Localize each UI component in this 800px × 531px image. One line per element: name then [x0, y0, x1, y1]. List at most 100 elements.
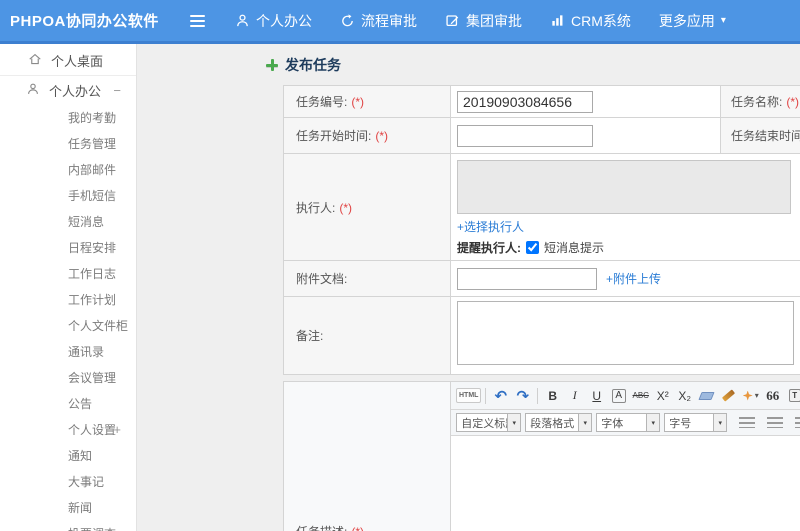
- choose-executor-link[interactable]: +选择执行人: [457, 220, 524, 234]
- eraser-icon: [698, 391, 715, 400]
- end-time-label: 任务结束时间:(*): [720, 117, 800, 154]
- align-right-icon[interactable]: [795, 417, 800, 428]
- eraser-button[interactable]: [696, 386, 717, 406]
- sidebar-item-personal-desktop[interactable]: 个人桌面: [0, 46, 136, 76]
- sidebar-submenu: 我的考勤 任务管理 内部邮件 手机短信 短消息 日程安排 工作日志 工作计划 个…: [0, 105, 136, 531]
- edit-icon: [445, 13, 460, 28]
- sidebar-item-file-cabinet[interactable]: 个人文件柜: [0, 313, 136, 339]
- sidebar-item-schedule[interactable]: 日程安排: [0, 235, 136, 261]
- start-time-input[interactable]: [457, 124, 593, 147]
- required-mark: (*): [375, 129, 389, 143]
- sidebar-item-notice[interactable]: 通知: [0, 443, 136, 469]
- remark-label: 备注:: [283, 296, 451, 375]
- person-icon: [26, 82, 40, 99]
- description-label: 任务描述:(*): [282, 381, 452, 531]
- subscript-button[interactable]: X₂: [674, 386, 695, 406]
- sidebar-item-personal-settings[interactable]: 个人设置 +: [0, 417, 136, 443]
- custom-title-select[interactable]: 自定义标题▾: [456, 413, 522, 432]
- task-no-label: 任务编号: (*): [283, 85, 451, 118]
- remark-textarea[interactable]: [457, 301, 794, 365]
- autotypeset-button[interactable]: ▾: [740, 386, 761, 406]
- align-center-icon[interactable]: [767, 417, 784, 428]
- sidebar-item-work-log[interactable]: 工作日志: [0, 261, 136, 287]
- nav-crm[interactable]: CRM系统: [550, 11, 631, 31]
- chevron-down-icon: ▾: [713, 414, 727, 431]
- underline-button[interactable]: U: [586, 386, 607, 406]
- sidebar-item-memorabilia[interactable]: 大事记: [0, 469, 136, 495]
- chevron-down-icon: ▾: [646, 414, 660, 431]
- required-mark: (*): [339, 200, 353, 215]
- required-mark: (*): [351, 525, 364, 531]
- paragraph-format-select[interactable]: 段落格式 ▾: [525, 413, 593, 432]
- sidebar-section-label: 个人办公: [49, 84, 102, 99]
- nav-label: CRM系统: [571, 12, 631, 29]
- page-title: 发布任务: [266, 56, 800, 74]
- sidebar-item-label: 个人桌面: [51, 54, 104, 69]
- task-name-label: 任务名称: (*): [720, 85, 800, 118]
- redo-button[interactable]: ↷: [512, 386, 533, 406]
- strikethrough-button[interactable]: ABC: [630, 386, 651, 406]
- chevron-down-icon: ▾: [720, 14, 726, 26]
- add-icon: [266, 59, 278, 71]
- sidebar-item-news[interactable]: 新闻: [0, 495, 136, 521]
- italic-button[interactable]: I: [564, 386, 585, 406]
- main-content: 发布任务 任务编号:(*) 任务名称:(*) 任务开始时间:(*) 任务结束时间…: [138, 44, 800, 531]
- sidebar-item-contacts[interactable]: 通讯录: [0, 339, 136, 365]
- sidebar-item-announcement[interactable]: 公告: [0, 391, 136, 417]
- chevron-down-icon: ▾: [507, 414, 521, 431]
- top-bar: PHPOA协同办公软件 个人办公 流程审批 集团审批 CRM系统 更多应用 ▾: [0, 0, 800, 44]
- required-mark: (*): [351, 95, 365, 109]
- editor-toolbar-row1: HTML ↶ ↷ B I U A ABC X² X₂ ▾ 66 T: [451, 382, 800, 410]
- bar-chart-icon: [550, 13, 565, 28]
- nav-personal-office[interactable]: 个人办公: [235, 11, 312, 31]
- toolbar-separator: [485, 387, 487, 404]
- executor-label: 执行人: (*): [283, 153, 451, 261]
- nav-process-approval[interactable]: 流程审批: [340, 11, 417, 31]
- sidebar-item-internal-mail[interactable]: 内部邮件: [0, 157, 136, 183]
- menu-toggle-button[interactable]: [190, 14, 205, 27]
- remind-executor-label: 提醒执行人:: [457, 241, 521, 255]
- format-brush-button[interactable]: [718, 386, 739, 406]
- align-left-icon[interactable]: [739, 417, 756, 428]
- editor-toolbar-row2: 自定义标题▾ 段落格式▾ 字体▾ 字号▾: [451, 410, 800, 436]
- chevron-down-icon: ▾: [754, 391, 759, 400]
- sms-remind-checkbox[interactable]: [526, 241, 539, 254]
- bold-button[interactable]: B: [542, 386, 563, 406]
- sidebar-item-mobile-sms[interactable]: 手机短信: [0, 183, 136, 209]
- sidebar-item-work-plan[interactable]: 工作计划: [0, 287, 136, 313]
- font-size-select[interactable]: 字号 ▾: [664, 413, 728, 432]
- task-no-input[interactable]: [457, 90, 593, 113]
- collapse-icon[interactable]: −: [113, 83, 121, 98]
- nav-label: 更多应用: [658, 12, 715, 29]
- nav-group-approval[interactable]: 集团审批: [445, 11, 522, 31]
- undo-button[interactable]: ↶: [490, 386, 511, 406]
- paste-button[interactable]: T: [784, 386, 800, 406]
- required-mark: (*): [786, 95, 800, 109]
- nav-label: 流程审批: [361, 12, 417, 29]
- sidebar-item-vote[interactable]: 投票调查: [0, 521, 136, 531]
- sidebar-item-meeting-management[interactable]: 会议管理: [0, 365, 136, 391]
- sidebar-item-short-message[interactable]: 短消息: [0, 209, 136, 235]
- html-source-button[interactable]: HTML: [456, 388, 482, 403]
- app-logo: PHPOA协同办公软件: [10, 13, 159, 30]
- superscript-button[interactable]: X²: [652, 386, 673, 406]
- font-border-button[interactable]: A: [608, 386, 629, 406]
- nav-label: 集团审批: [466, 12, 522, 29]
- editor-content-area[interactable]: [451, 436, 800, 531]
- toolbar-separator: [537, 387, 539, 404]
- sms-remind-label: 短消息提示: [544, 241, 605, 255]
- attachment-upload-link[interactable]: +附件上传: [606, 270, 661, 287]
- attachment-input[interactable]: [457, 267, 597, 290]
- sidebar-item-task-management[interactable]: 任务管理: [0, 131, 136, 157]
- home-icon: [28, 52, 42, 69]
- sidebar-section-personal-office[interactable]: 个人办公 −: [0, 76, 136, 105]
- font-family-select[interactable]: 字体 ▾: [596, 413, 661, 432]
- executor-box[interactable]: [457, 160, 791, 214]
- sidebar-item-attendance[interactable]: 我的考勤: [0, 105, 136, 131]
- expand-icon[interactable]: +: [113, 417, 121, 443]
- nav-more-apps[interactable]: 更多应用 ▾: [659, 11, 726, 31]
- process-approval-icon: [340, 13, 355, 28]
- rich-text-editor: HTML ↶ ↷ B I U A ABC X² X₂ ▾ 66 T 自定义标 ▾…: [450, 381, 800, 531]
- top-nav: 个人办公 流程审批 集团审批 CRM系统 更多应用 ▾: [235, 11, 754, 31]
- blockquote-button[interactable]: 66: [762, 386, 783, 406]
